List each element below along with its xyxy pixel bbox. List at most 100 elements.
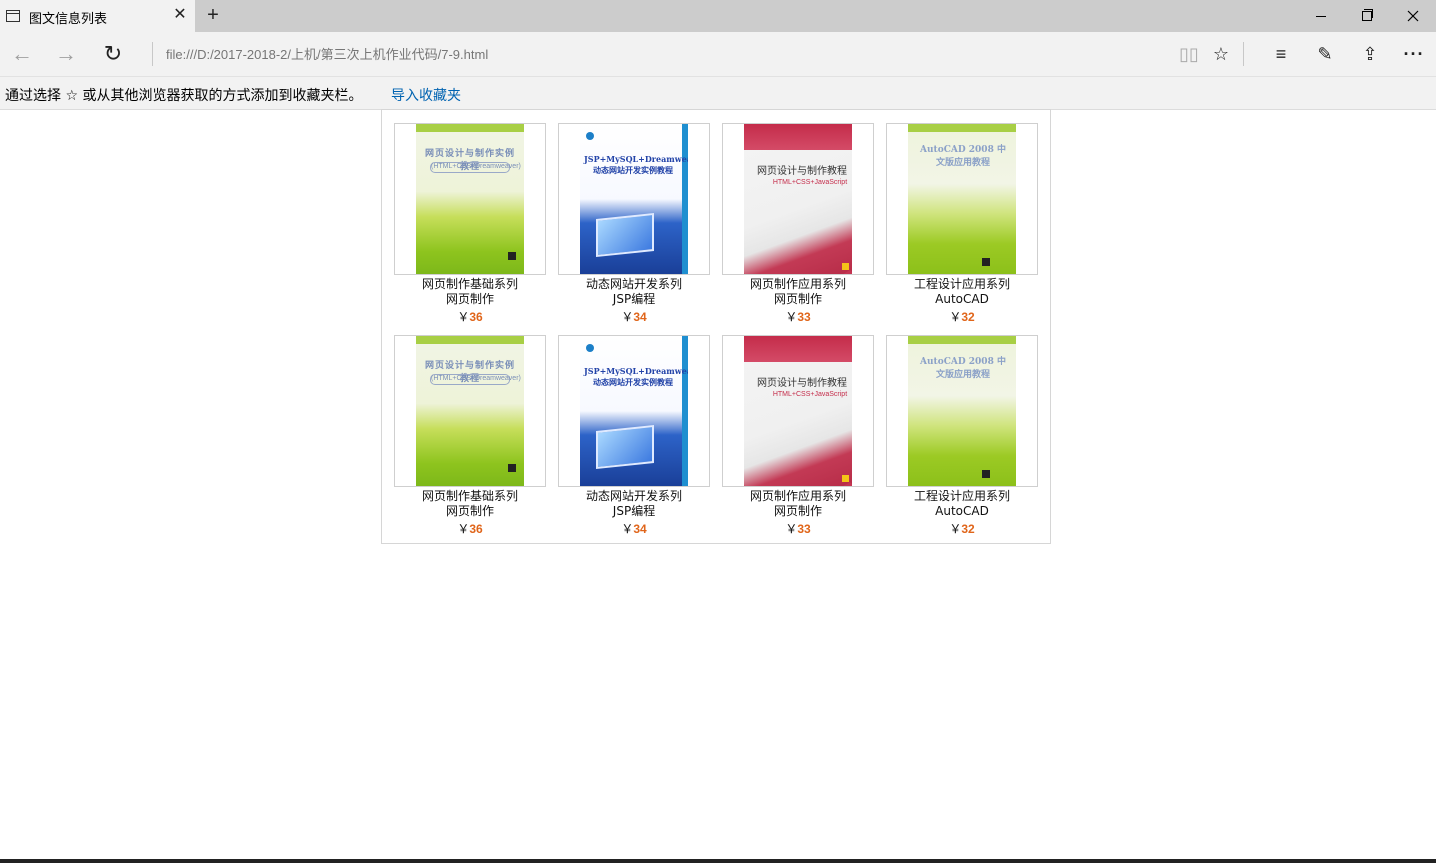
cover-logo-mark — [982, 470, 990, 478]
product-name: JSP编程 — [612, 292, 656, 306]
close-icon — [1407, 10, 1419, 22]
taskbar-edge — [0, 859, 1436, 863]
cover-subtitle: (HTML+CSS+Dreamweaver) — [430, 374, 521, 385]
currency-symbol: ￥ — [621, 522, 634, 536]
price-value: 33 — [797, 522, 811, 536]
product-price: ￥36 — [394, 310, 546, 325]
book-cover-frame[interactable]: 网页设计与制作实例教程 (HTML+CSS+Dreamweaver) — [394, 123, 546, 275]
book-cover-image[interactable]: JSP+MySQL+Dreamweaver动态网站开发实例教程 — [580, 336, 688, 486]
address-toolbar: ← → ↻ file:///D:/2017-2018-2/上机/第三次上机作业代… — [0, 32, 1436, 77]
book-cover-frame[interactable]: 网页设计与制作实例教程 (HTML+CSS+Dreamweaver) — [394, 335, 546, 487]
refresh-icon[interactable]: ↻ — [91, 32, 135, 76]
new-tab-button[interactable]: + — [203, 5, 223, 25]
minimize-icon — [1316, 15, 1326, 17]
cover-subtitle: HTML+CSS+JavaScript — [772, 179, 848, 186]
hub-icon[interactable]: ≡ — [1259, 32, 1303, 76]
product-price: ￥33 — [722, 310, 874, 325]
cover-band — [908, 336, 1016, 344]
cover-logo — [586, 132, 594, 140]
currency-symbol: ￥ — [949, 310, 962, 324]
back-arrow-icon[interactable]: ← — [0, 32, 44, 76]
book-cover-frame[interactable]: AutoCAD 2008 中文版应用教程 — [886, 123, 1038, 275]
book-cover-frame[interactable]: 网页设计与制作教程 HTML+CSS+JavaScript — [722, 335, 874, 487]
cover-title: JSP+MySQL+Dreamweaver动态网站开发实例教程 — [584, 154, 688, 175]
cover-logo-mark — [842, 475, 849, 482]
cover-band — [908, 124, 1016, 132]
monitor-illustration — [596, 212, 654, 258]
product-name: 网页制作 — [773, 504, 822, 518]
product-card[interactable]: 网页设计与制作实例教程 (HTML+CSS+Dreamweaver) 网页制作基础系… — [394, 335, 546, 540]
product-grid: 网页设计与制作实例教程 (HTML+CSS+Dreamweaver) 网页制作基础系… — [381, 109, 1051, 544]
product-series: 动态网站开发系列 — [585, 277, 682, 291]
book-cover-frame[interactable]: JSP+MySQL+Dreamweaver动态网站开发实例教程 — [558, 335, 710, 487]
price-value: 36 — [469, 522, 483, 536]
product-price: ￥34 — [558, 310, 710, 325]
book-cover-frame[interactable]: AutoCAD 2008 中文版应用教程 — [886, 335, 1038, 487]
web-note-icon[interactable]: ✎ — [1303, 32, 1347, 76]
more-icon[interactable]: ··· — [1392, 32, 1436, 76]
product-card[interactable]: 网页设计与制作教程 HTML+CSS+JavaScript 网页制作应用系列 网页制作… — [722, 335, 874, 540]
currency-symbol: ￥ — [621, 310, 634, 324]
close-window-button[interactable] — [1390, 0, 1436, 32]
cover-logo-mark — [842, 263, 849, 270]
price-value: 36 — [469, 310, 483, 324]
product-price: ￥34 — [558, 522, 710, 537]
cover-edge — [682, 124, 688, 274]
product-card[interactable]: 网页设计与制作实例教程 (HTML+CSS+Dreamweaver) 网页制作基础系… — [394, 123, 546, 328]
product-name: JSP编程 — [612, 504, 656, 518]
minimize-button[interactable] — [1298, 0, 1344, 32]
product-card[interactable]: JSP+MySQL+Dreamweaver动态网站开发实例教程动态网站开发系列J… — [558, 335, 710, 540]
product-price: ￥33 — [722, 522, 874, 537]
cover-band — [416, 336, 524, 344]
cover-logo — [586, 344, 594, 352]
product-series: 动态网站开发系列 — [585, 489, 682, 503]
product-series: 工程设计应用系列 — [913, 277, 1010, 291]
book-cover-image[interactable]: AutoCAD 2008 中文版应用教程 — [908, 336, 1016, 486]
restore-button[interactable] — [1344, 0, 1390, 32]
import-favorites-link[interactable]: 导入收藏夹 — [391, 85, 461, 105]
product-card[interactable]: 网页设计与制作教程 HTML+CSS+JavaScript 网页制作应用系列 网页制作… — [722, 123, 874, 328]
book-cover-image[interactable]: AutoCAD 2008 中文版应用教程 — [908, 124, 1016, 274]
forward-arrow-icon[interactable]: → — [44, 32, 88, 76]
cover-logo-mark — [508, 252, 516, 260]
product-name: 网页制作 — [445, 292, 494, 306]
book-cover-frame[interactable]: 网页设计与制作教程 HTML+CSS+JavaScript — [722, 123, 874, 275]
cover-band — [744, 124, 852, 150]
browser-tab[interactable]: 图文信息列表 ✕ — [0, 0, 195, 32]
price-value: 32 — [961, 522, 975, 536]
product-price: ￥36 — [394, 522, 546, 537]
cover-title: JSP+MySQL+Dreamweaver动态网站开发实例教程 — [584, 366, 688, 387]
product-series: 网页制作应用系列 — [749, 489, 846, 503]
price-value: 32 — [961, 310, 975, 324]
address-bar[interactable]: file:///D:/2017-2018-2/上机/第三次上机作业代码/7-9.… — [166, 44, 488, 63]
cover-title: AutoCAD 2008 中文版应用教程 — [920, 357, 1006, 380]
cover-swoosh — [744, 204, 852, 274]
product-series: 工程设计应用系列 — [913, 489, 1010, 503]
price-value: 34 — [633, 310, 647, 324]
book-cover-image[interactable]: 网页设计与制作实例教程 (HTML+CSS+Dreamweaver) — [416, 336, 524, 486]
product-card[interactable]: JSP+MySQL+Dreamweaver动态网站开发实例教程动态网站开发系列J… — [558, 123, 710, 328]
product-series: 网页制作应用系列 — [749, 277, 846, 291]
book-cover-image[interactable]: 网页设计与制作实例教程 (HTML+CSS+Dreamweaver) — [416, 124, 524, 274]
cover-title: AutoCAD 2008 中文版应用教程 — [920, 145, 1006, 168]
product-name: AutoCAD — [935, 504, 989, 518]
restore-icon — [1362, 9, 1373, 21]
tab-close-icon[interactable]: ✕ — [172, 7, 188, 23]
monitor-illustration — [596, 424, 654, 470]
product-name: 网页制作 — [773, 292, 822, 306]
product-series: 网页制作基础系列 — [421, 277, 518, 291]
cover-title: 网页设计与制作教程 — [757, 166, 847, 177]
product-card[interactable]: AutoCAD 2008 中文版应用教程 工程设计应用系列 AutoCAD ￥32 — [886, 123, 1038, 328]
cover-logo-mark — [508, 464, 516, 472]
book-cover-image[interactable]: 网页设计与制作教程 HTML+CSS+JavaScript — [744, 336, 852, 486]
tab-title: 图文信息列表 — [29, 12, 108, 27]
book-cover-image[interactable]: JSP+MySQL+Dreamweaver动态网站开发实例教程 — [580, 124, 688, 274]
favorite-star-icon[interactable]: ☆ — [1199, 32, 1243, 76]
favorites-bar-message: 通过选择 ☆ 或从其他浏览器获取的方式添加到收藏夹栏。 — [5, 88, 363, 104]
share-icon[interactable]: ⇪ — [1348, 32, 1392, 76]
book-cover-image[interactable]: 网页设计与制作教程 HTML+CSS+JavaScript — [744, 124, 852, 274]
product-card[interactable]: AutoCAD 2008 中文版应用教程 工程设计应用系列 AutoCAD ￥32 — [886, 335, 1038, 540]
book-cover-frame[interactable]: JSP+MySQL+Dreamweaver动态网站开发实例教程 — [558, 123, 710, 275]
currency-symbol: ￥ — [457, 310, 470, 324]
currency-symbol: ￥ — [457, 522, 470, 536]
